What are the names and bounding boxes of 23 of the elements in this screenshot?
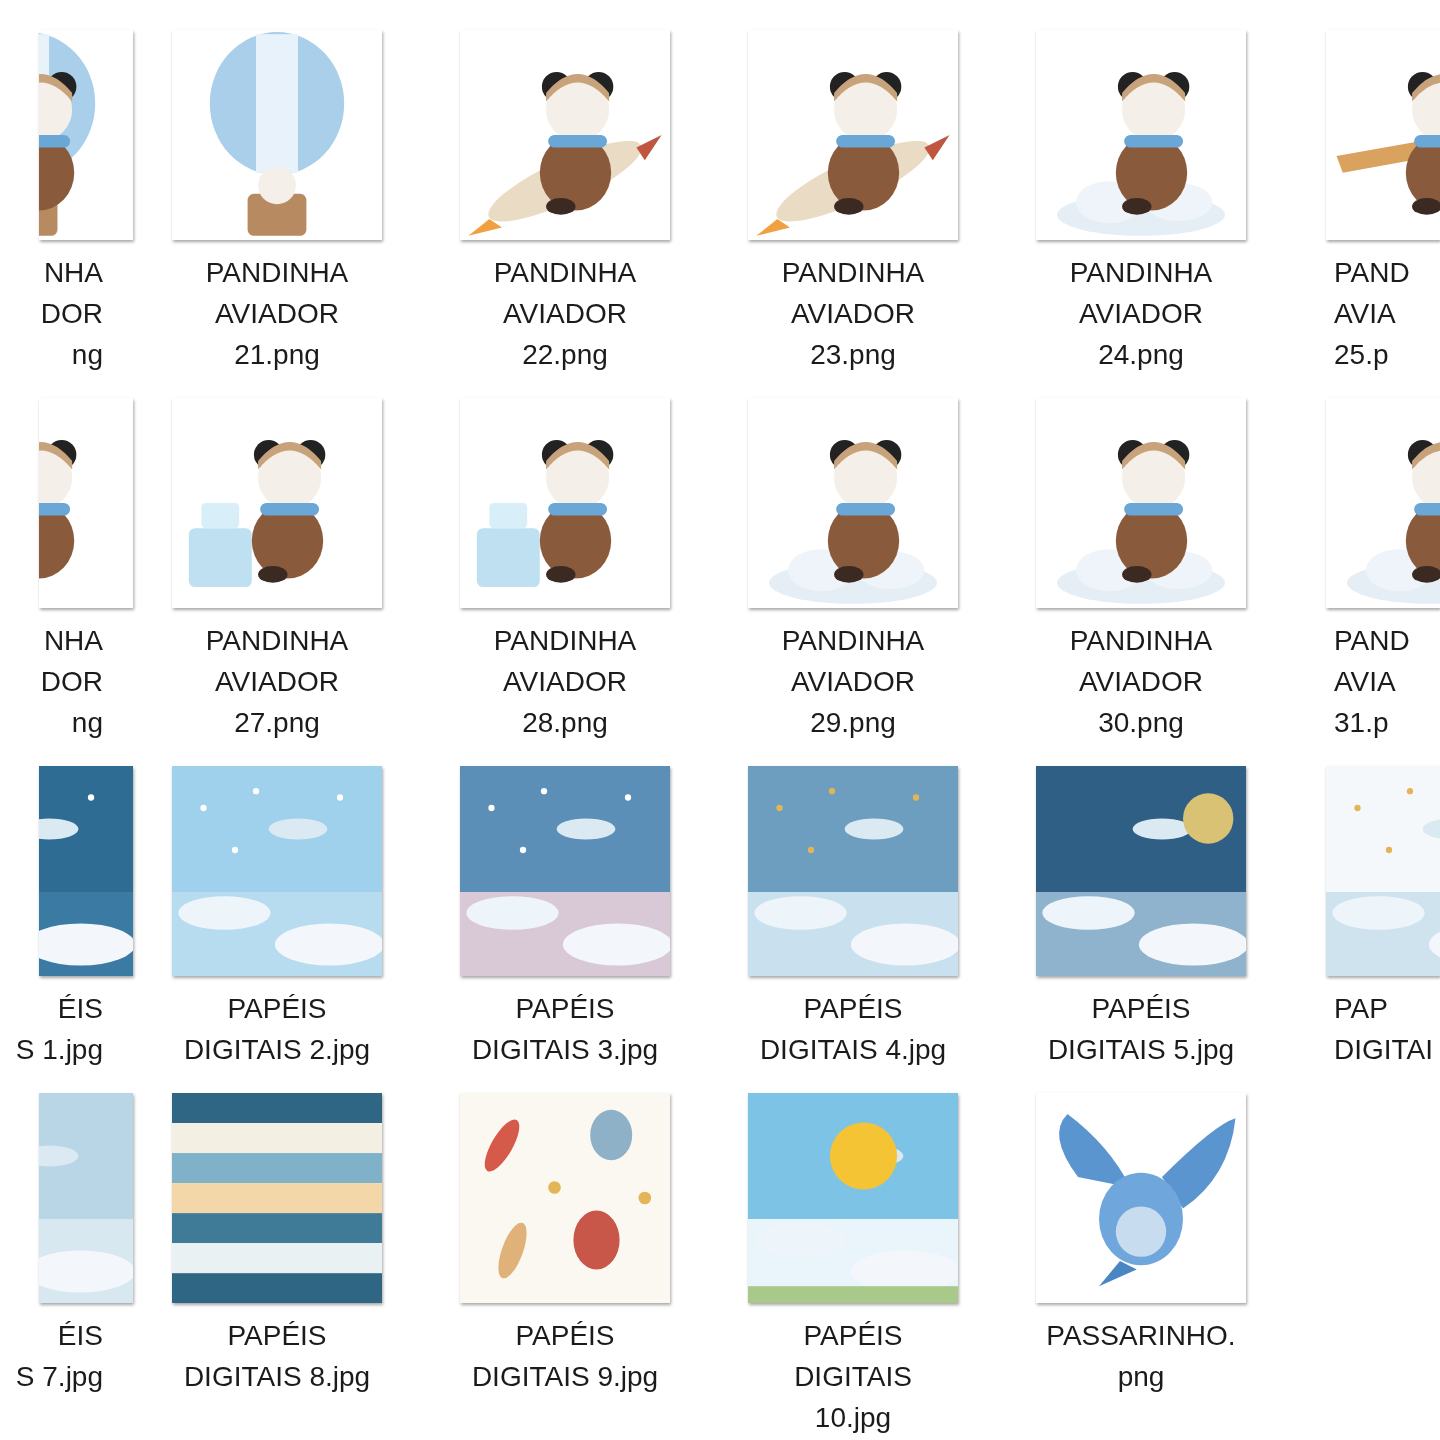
file-name[interactable]: PANDINHA AVIADOR 21.png [205,252,349,375]
file-name[interactable]: PANDINHA AVIADOR 22.png [493,252,637,375]
file-name[interactable]: NHA DOR ng [40,620,133,743]
file-name[interactable]: ÉIS S 1.jpg [15,988,133,1070]
file-name[interactable]: NHA DOR ng [40,252,133,375]
file-name[interactable]: PAPÉIS DIGITAIS 9.jpg [471,1315,659,1397]
file-name[interactable]: ÉIS S 7.jpg [15,1315,133,1397]
file-name[interactable]: PAPÉIS DIGITAIS 2.jpg [183,988,371,1070]
file-name[interactable]: PANDINHA AVIADOR 24.png [1069,252,1213,375]
file-name[interactable]: PAND AVIA 31.p [1326,620,1410,743]
file-name[interactable]: PAP DIGITAI [1326,988,1434,1070]
file-name[interactable]: PAND AVIA 25.p [1326,252,1410,375]
file-name[interactable]: PANDINHA AVIADOR 27.png [205,620,349,743]
file-name[interactable]: PANDINHA AVIADOR 23.png [781,252,925,375]
file-name[interactable]: PANDINHA AVIADOR 30.png [1069,620,1213,743]
file-name[interactable]: PAPÉIS DIGITAIS 10.jpg [794,1315,912,1438]
file-name[interactable]: PANDINHA AVIADOR 29.png [781,620,925,743]
file-name[interactable]: PASSARINHO. png [1046,1315,1236,1397]
file-name[interactable]: PAPÉIS DIGITAIS 8.jpg [183,1315,371,1397]
file-name[interactable]: PANDINHA AVIADOR 28.png [493,620,637,743]
file-name[interactable]: PAPÉIS DIGITAIS 4.jpg [759,988,947,1070]
file-name[interactable]: PAPÉIS DIGITAIS 5.jpg [1047,988,1235,1070]
file-name[interactable]: PAPÉIS DIGITAIS 3.jpg [471,988,659,1070]
